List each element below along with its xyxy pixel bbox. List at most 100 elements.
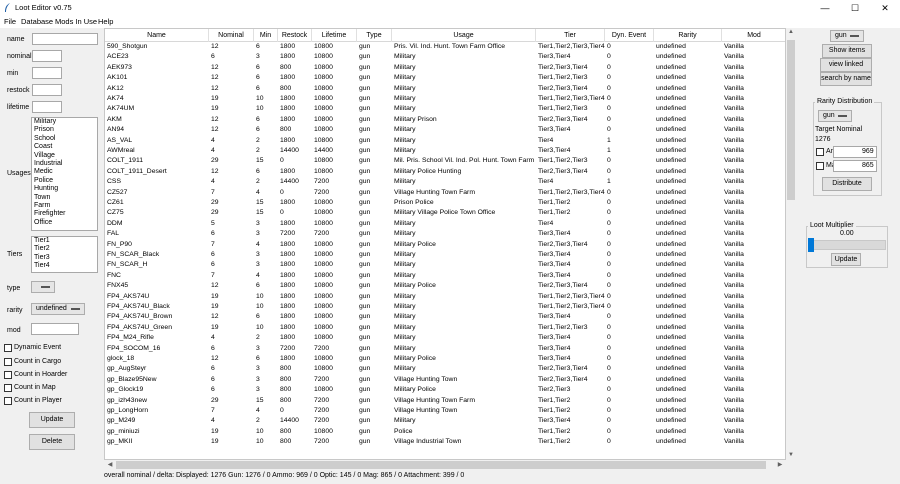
list-item[interactable]: Military <box>32 118 97 126</box>
scroll-right-icon[interactable]: ▶ <box>775 461 785 468</box>
mod-input[interactable] <box>31 323 79 335</box>
column-header-restock[interactable]: Restock <box>278 29 312 42</box>
table-row[interactable]: gp_izh43new 29 15 800 7200 gun Village Hunting… <box>105 396 785 406</box>
table-row[interactable]: AK74UM 19 10 1800 10800 gun Military Tier1,Tier… <box>105 104 785 114</box>
table-row[interactable]: gp_Blaze95New 6 3 800 7200 gun Village Hunting… <box>105 375 785 385</box>
table-row[interactable]: FP4_AKS74U_Brown 12 6 1800 10800 gun Military T… <box>105 312 785 322</box>
table-row[interactable]: FN_P90 7 4 1800 10800 gun Military Police Tier2… <box>105 240 785 250</box>
mags-checkbox[interactable] <box>816 162 824 170</box>
delete-item-button[interactable]: Delete <box>29 434 75 450</box>
count-in-player-checkbox[interactable] <box>4 397 12 405</box>
rarity-dropdown[interactable]: undefined <box>31 303 85 315</box>
type-dropdown[interactable] <box>31 281 55 293</box>
restock-input[interactable] <box>32 84 62 96</box>
loot-multiplier-slider[interactable] <box>808 240 886 250</box>
list-item[interactable]: Tier3 <box>32 254 97 262</box>
table-row[interactable]: CSS 4 2 14400 7200 gun Military Tier4 1 undefined… <box>105 177 785 187</box>
table-row[interactable]: FAL 6 3 7200 7200 gun Military Tier3,Tier4 0 unde… <box>105 229 785 239</box>
loot-multiplier-update-button[interactable]: Update <box>831 253 861 266</box>
type-filter-dropdown[interactable]: gun <box>830 30 864 42</box>
usages-listbox[interactable]: Military Prison School Coast Village Ind… <box>31 117 98 231</box>
table-row[interactable]: AK12 12 6 800 10800 gun Military Tier2,Tier3,Ti… <box>105 84 785 94</box>
table-row[interactable]: COLT_1911_Desert 12 6 1800 10800 gun Military … <box>105 167 785 177</box>
list-item[interactable]: Office <box>32 219 97 227</box>
count-in-cargo-checkbox[interactable] <box>4 358 12 366</box>
table-row[interactable]: gp_M249 4 2 14400 7200 gun Military Tier3,Tier4… <box>105 416 785 426</box>
menu-help[interactable]: Help <box>98 17 113 26</box>
list-item[interactable]: Prison <box>32 126 97 134</box>
ammo-input[interactable]: 969 <box>833 146 877 158</box>
search-by-name-button[interactable]: search by name <box>820 72 872 86</box>
table-row[interactable]: FP4_AKS74U_Black 19 10 1800 10800 gun Military… <box>105 302 785 312</box>
show-items-button[interactable]: Show items <box>822 44 872 58</box>
column-header-lifetime[interactable]: Lifetime <box>312 29 357 42</box>
table-row[interactable]: CZ61 29 15 1800 10800 gun Prison Police Tier1,T… <box>105 198 785 208</box>
table-row[interactable]: FP4_AKS74U_Green 19 10 1800 10800 gun Military… <box>105 323 785 333</box>
table-row[interactable]: AK74 19 10 1800 10800 gun Military Tier1,Tier2,… <box>105 94 785 104</box>
table-row[interactable]: FP4_M24_Rifle 4 2 1800 10800 gun Military Tier3… <box>105 333 785 343</box>
table-row[interactable]: CZ527 7 4 0 7200 gun Village Hunting Town Farm… <box>105 188 785 198</box>
table-row[interactable]: AN94 12 6 800 10800 gun Military Tier3,Tier4 0 un… <box>105 125 785 135</box>
table-row[interactable]: gp_AugSteyr 6 3 800 10800 gun Military Tier2,Ti… <box>105 364 785 374</box>
list-item[interactable]: Farm <box>32 202 97 210</box>
table-row[interactable]: AWMreal 4 2 14400 14400 gun Military Tier3,Tier… <box>105 146 785 156</box>
column-header-usage[interactable]: Usage <box>392 29 536 42</box>
count-in-map-checkbox[interactable] <box>4 384 12 392</box>
table-row[interactable]: gp_MKII 19 10 800 7200 gun Village Industrial … <box>105 437 785 447</box>
scroll-left-icon[interactable]: ◀ <box>105 461 115 468</box>
table-row[interactable]: gp_Glock19 6 3 800 10800 gun Military Police Ti… <box>105 385 785 395</box>
table-row[interactable]: ACE23 6 3 1800 10800 gun Military Tier3,Tier4 0 u… <box>105 52 785 62</box>
table-row[interactable]: CZ75 29 15 0 10800 gun Military Village Police… <box>105 208 785 218</box>
tiers-listbox[interactable]: Tier1 Tier2 Tier3 Tier4 <box>31 236 98 273</box>
table-row[interactable]: FNC 7 4 1800 10800 gun Military Tier3,Tier4 0 und… <box>105 271 785 281</box>
scroll-up-icon[interactable]: ▲ <box>786 29 796 35</box>
min-input[interactable] <box>32 67 62 79</box>
column-header-tier[interactable]: Tier <box>536 29 605 42</box>
column-header-rarity[interactable]: Rarity <box>654 29 722 42</box>
list-item[interactable]: School <box>32 135 97 143</box>
list-item[interactable]: Tier1 <box>32 237 97 245</box>
list-item[interactable]: Tier4 <box>32 262 97 270</box>
column-header-min[interactable]: Min <box>254 29 278 42</box>
scroll-down-icon[interactable]: ▼ <box>786 452 796 458</box>
ammo-checkbox[interactable] <box>816 148 824 156</box>
list-item[interactable]: Firefighter <box>32 210 97 218</box>
table-row[interactable]: FN_SCAR_H 6 3 1800 10800 gun Military Tier3,Tie… <box>105 260 785 270</box>
update-item-button[interactable]: Update <box>29 412 75 428</box>
table-row[interactable]: 590_Shotgun 12 6 1800 10800 gun Pris. Vil. Ind… <box>105 42 785 52</box>
column-header-name[interactable]: Name <box>105 29 209 42</box>
table-row[interactable]: gp_miniuzi 19 10 800 10800 gun Police Tier1,Tie… <box>105 427 785 437</box>
column-header-nominal[interactable]: Nominal <box>209 29 254 42</box>
items-table[interactable]: Name Nominal Min Restock Lifetime Type Usage Ti… <box>104 28 786 460</box>
rarity-dist-type-dropdown[interactable]: gun <box>818 110 852 122</box>
list-item[interactable]: Town <box>32 194 97 202</box>
dynamic-event-checkbox[interactable] <box>4 344 12 352</box>
table-row[interactable]: AS_VAL 4 2 1800 10800 gun Military Tier4 1 undefi… <box>105 136 785 146</box>
table-row[interactable]: AKM 12 6 1800 10800 gun Military Prison Tier2,T… <box>105 115 785 125</box>
menu-database[interactable]: Database <box>21 17 53 26</box>
table-row[interactable]: COLT_1911 29 15 0 10800 gun Mil. Pris. School … <box>105 156 785 166</box>
menu-mods-in-use[interactable]: Mods In Use <box>55 17 97 26</box>
name-input[interactable] <box>32 33 98 45</box>
slider-handle[interactable] <box>808 238 814 252</box>
vertical-scroll-thumb[interactable] <box>787 40 795 200</box>
mags-input[interactable]: 865 <box>833 160 877 172</box>
column-header-mod[interactable]: Mod <box>722 29 785 42</box>
column-header-type[interactable]: Type <box>357 29 392 42</box>
table-row[interactable]: AEK973 12 6 800 10800 gun Military Tier2,Tier3,… <box>105 63 785 73</box>
lifetime-input[interactable] <box>32 101 62 113</box>
list-item[interactable]: Industrial <box>32 160 97 168</box>
table-row[interactable]: FN_SCAR_Black 6 3 1800 10800 gun Military Tier3… <box>105 250 785 260</box>
table-row[interactable]: FP4_SOCOM_16 6 3 7200 7200 gun Military Tier3,T… <box>105 344 785 354</box>
table-row[interactable]: FP4_AKS74U 19 10 1800 10800 gun Military Tier1,… <box>105 292 785 302</box>
count-in-hoarder-checkbox[interactable] <box>4 371 12 379</box>
nominal-input[interactable] <box>32 50 62 62</box>
minimize-button[interactable]: — <box>810 0 840 16</box>
table-row[interactable]: FNX45 12 6 1800 10800 gun Military Police Tier2… <box>105 281 785 291</box>
menu-file[interactable]: File <box>4 17 16 26</box>
distribute-button[interactable]: Distribute <box>822 177 872 191</box>
table-row[interactable]: gp_LongHorn 7 4 0 7200 gun Village Hunting Tow… <box>105 406 785 416</box>
list-item[interactable]: Hunting <box>32 185 97 193</box>
view-linked-items-button[interactable]: view linked items <box>820 58 872 80</box>
table-row[interactable]: AK101 12 6 1800 10800 gun Military Tier1,Tier2,… <box>105 73 785 83</box>
